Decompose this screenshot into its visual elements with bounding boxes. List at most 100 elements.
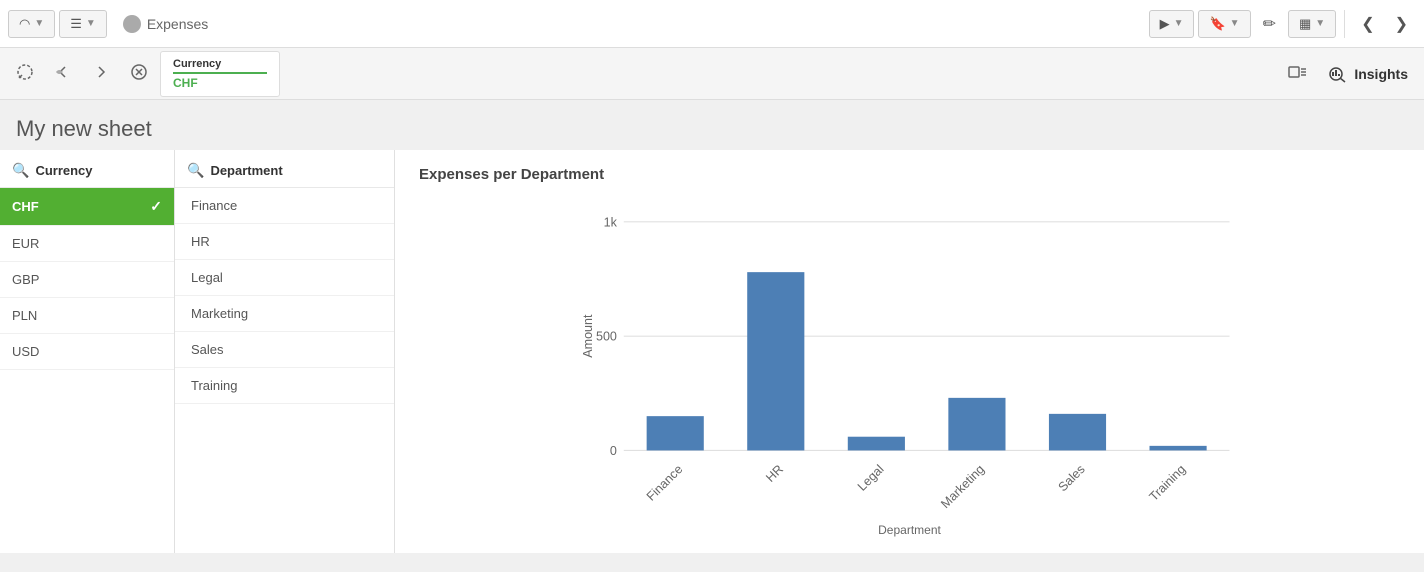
currency-panel-header: 🔍 Currency bbox=[0, 150, 174, 188]
dept-item-training[interactable]: Training bbox=[175, 368, 394, 404]
dept-label-hr: HR bbox=[191, 234, 210, 249]
clear-icon bbox=[130, 63, 148, 81]
chart-button[interactable]: ▦ ▼ bbox=[1288, 10, 1336, 38]
dept-label-legal: Legal bbox=[191, 270, 223, 285]
sheet-title: My new sheet bbox=[16, 116, 1408, 142]
x-label-sales: Sales bbox=[1056, 462, 1088, 494]
menu-button[interactable]: ☰ ▼ bbox=[59, 10, 107, 38]
currency-item-pln[interactable]: PLN bbox=[0, 298, 174, 334]
bar-finance[interactable] bbox=[647, 416, 704, 450]
bar-sales[interactable] bbox=[1049, 414, 1106, 451]
lasso-icon bbox=[16, 63, 34, 81]
dept-item-legal[interactable]: Legal bbox=[175, 260, 394, 296]
play-caret: ▼ bbox=[1174, 18, 1184, 29]
department-panel: 🔍 Department Finance HR Legal Marketing … bbox=[175, 150, 395, 553]
filter-chip-value: CHF bbox=[173, 72, 267, 90]
toolbar-left: ◠ ▼ ☰ ▼ Expenses bbox=[8, 10, 1149, 38]
x-label-finance: Finance bbox=[644, 462, 686, 504]
app-title: Expenses bbox=[147, 16, 208, 32]
smart-search-icon bbox=[1288, 63, 1308, 81]
x-label-hr: HR bbox=[763, 462, 786, 485]
chart-container: 1k 500 0 Amount Finan bbox=[419, 199, 1400, 519]
chart-icon: ▦ bbox=[1299, 16, 1311, 32]
dept-item-marketing[interactable]: Marketing bbox=[175, 296, 394, 332]
chart-x-axis-label: Department bbox=[419, 523, 1400, 537]
y-label-1k: 1k bbox=[604, 215, 618, 229]
bookmark-button[interactable]: 🔖 ▼ bbox=[1198, 10, 1250, 38]
lasso-button[interactable] bbox=[8, 57, 42, 90]
currency-list: CHF ✓ EUR GBP PLN USD bbox=[0, 188, 174, 370]
app-nav-button[interactable]: ◠ ▼ bbox=[8, 10, 55, 38]
currency-label-gbp: GBP bbox=[12, 272, 39, 287]
insights-button[interactable]: Insights bbox=[1320, 59, 1416, 89]
currency-search-icon: 🔍 bbox=[12, 162, 29, 179]
department-search-icon: 🔍 bbox=[187, 162, 204, 179]
bar-hr[interactable] bbox=[747, 272, 804, 450]
clear-selection-button[interactable] bbox=[122, 57, 156, 90]
chevron-right-icon: ❯ bbox=[1395, 14, 1408, 34]
back-icon bbox=[54, 63, 72, 81]
main-content: 🔍 Currency CHF ✓ EUR GBP PLN USD 🔍 bbox=[0, 150, 1424, 553]
currency-panel-title: Currency bbox=[35, 163, 92, 178]
prev-button[interactable]: ❮ bbox=[1353, 8, 1382, 40]
chart-area: Expenses per Department 1k 500 0 Amount bbox=[395, 150, 1424, 553]
pencil-icon: ✏ bbox=[1263, 14, 1276, 34]
dept-label-finance: Finance bbox=[191, 198, 237, 213]
currency-item-gbp[interactable]: GBP bbox=[0, 262, 174, 298]
filter-bar: Currency CHF Insights bbox=[0, 48, 1424, 100]
x-label-training: Training bbox=[1147, 462, 1189, 504]
bar-legal[interactable] bbox=[848, 437, 905, 451]
app-name: Expenses bbox=[111, 15, 220, 33]
currency-item-usd[interactable]: USD bbox=[0, 334, 174, 370]
x-label-marketing: Marketing bbox=[938, 462, 987, 511]
dept-label-marketing: Marketing bbox=[191, 306, 248, 321]
bookmark-caret: ▼ bbox=[1230, 18, 1240, 29]
bar-training[interactable] bbox=[1150, 446, 1207, 451]
play-icon: ▶ bbox=[1160, 16, 1170, 32]
insights-label: Insights bbox=[1354, 66, 1408, 82]
sheet-title-bar: My new sheet bbox=[0, 100, 1424, 150]
nav-caret: ▼ bbox=[34, 18, 44, 29]
toolbar-divider bbox=[1344, 10, 1345, 38]
chevron-left-icon: ❮ bbox=[1361, 14, 1374, 34]
dept-item-finance[interactable]: Finance bbox=[175, 188, 394, 224]
y-axis-label: Amount bbox=[581, 314, 595, 358]
y-label-500: 500 bbox=[596, 330, 617, 344]
currency-item-eur[interactable]: EUR bbox=[0, 226, 174, 262]
currency-label-chf: CHF bbox=[12, 199, 39, 214]
currency-panel: 🔍 Currency CHF ✓ EUR GBP PLN USD bbox=[0, 150, 175, 553]
chart-title: Expenses per Department bbox=[419, 166, 1400, 183]
filter-bar-right: Insights bbox=[1280, 57, 1416, 90]
next-button[interactable]: ❯ bbox=[1387, 8, 1416, 40]
currency-item-chf[interactable]: CHF ✓ bbox=[0, 188, 174, 226]
forward-icon bbox=[92, 63, 110, 81]
department-panel-title: Department bbox=[210, 163, 282, 178]
dept-item-sales[interactable]: Sales bbox=[175, 332, 394, 368]
forward-selection-button[interactable] bbox=[84, 57, 118, 90]
toolbar-right: ▶ ▼ 🔖 ▼ ✏ ▦ ▼ ❮ ❯ bbox=[1149, 8, 1416, 40]
check-icon-chf: ✓ bbox=[150, 198, 162, 215]
back-selection-button[interactable] bbox=[46, 57, 80, 90]
play-button[interactable]: ▶ ▼ bbox=[1149, 10, 1195, 38]
x-label-legal: Legal bbox=[855, 462, 887, 494]
app-circle-icon bbox=[123, 15, 141, 33]
insights-icon bbox=[1328, 65, 1348, 83]
compass-icon: ◠ bbox=[19, 16, 30, 32]
edit-button[interactable]: ✏ bbox=[1255, 8, 1284, 40]
dept-label-sales: Sales bbox=[191, 342, 224, 357]
department-list: Finance HR Legal Marketing Sales Trainin… bbox=[175, 188, 394, 404]
currency-label-eur: EUR bbox=[12, 236, 39, 251]
bookmark-icon: 🔖 bbox=[1209, 16, 1225, 32]
department-panel-header: 🔍 Department bbox=[175, 150, 394, 188]
bar-chart: 1k 500 0 Amount Finan bbox=[419, 199, 1400, 519]
smart-search-button[interactable] bbox=[1280, 57, 1316, 90]
currency-filter-chip[interactable]: Currency CHF bbox=[160, 51, 280, 97]
toolbar: ◠ ▼ ☰ ▼ Expenses ▶ ▼ 🔖 ▼ ✏ ▦ ▼ ❮ bbox=[0, 0, 1424, 48]
filter-bar-left: Currency CHF bbox=[8, 51, 1272, 97]
menu-icon: ☰ bbox=[70, 16, 82, 32]
currency-label-pln: PLN bbox=[12, 308, 37, 323]
dept-item-hr[interactable]: HR bbox=[175, 224, 394, 260]
chart-caret: ▼ bbox=[1315, 18, 1325, 29]
dept-label-training: Training bbox=[191, 378, 237, 393]
bar-marketing[interactable] bbox=[948, 398, 1005, 451]
